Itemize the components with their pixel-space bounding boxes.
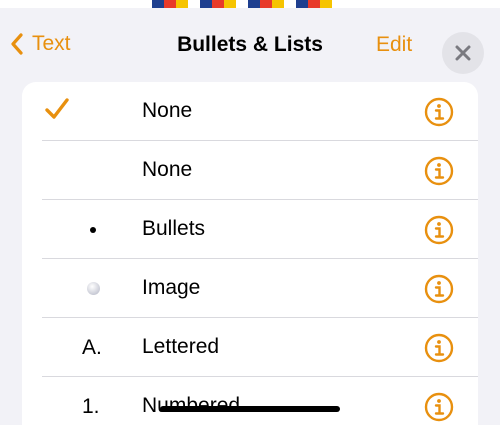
marker-text: A. bbox=[82, 335, 102, 359]
flag-icon bbox=[200, 0, 236, 8]
home-indicator[interactable] bbox=[160, 406, 340, 412]
image-bullet-marker bbox=[72, 259, 132, 318]
info-icon[interactable] bbox=[424, 156, 454, 186]
bullet-icon bbox=[90, 226, 96, 233]
bullet-marker bbox=[72, 200, 132, 259]
marker-text: 1. bbox=[82, 394, 100, 418]
close-button[interactable] bbox=[442, 32, 484, 74]
list-item-label: Bullets bbox=[142, 217, 206, 240]
list-item[interactable]: Bullets bbox=[22, 200, 478, 259]
list-item[interactable]: None bbox=[22, 141, 478, 200]
close-icon bbox=[455, 45, 471, 61]
info-icon[interactable] bbox=[424, 392, 454, 422]
image-bullet-icon bbox=[87, 282, 100, 295]
list-style-list: None None Bullets Image A. Lettered 1. bbox=[22, 82, 478, 425]
info-icon[interactable] bbox=[424, 274, 454, 304]
edit-button[interactable]: Edit bbox=[376, 33, 412, 57]
list-item[interactable]: Image bbox=[22, 259, 478, 318]
info-icon[interactable] bbox=[424, 215, 454, 245]
flag-icon bbox=[152, 0, 188, 8]
navigation-bar: Text Bullets & Lists Edit bbox=[0, 8, 500, 82]
list-item-label: None bbox=[142, 158, 193, 181]
info-icon[interactable] bbox=[424, 97, 454, 127]
checkmark-icon bbox=[45, 98, 69, 119]
list-item[interactable]: A. Lettered bbox=[22, 318, 478, 377]
list-item[interactable]: None bbox=[22, 82, 478, 141]
page-title: Bullets & Lists bbox=[177, 33, 323, 56]
info-icon[interactable] bbox=[424, 333, 454, 363]
list-item-label: Lettered bbox=[142, 335, 220, 358]
flag-icon bbox=[296, 0, 332, 8]
list-item-label: None bbox=[142, 99, 193, 122]
list-item[interactable]: 1. Numbered bbox=[22, 377, 478, 425]
flag-icon bbox=[248, 0, 284, 8]
list-item-label: Image bbox=[142, 276, 201, 299]
numbered-marker: 1. bbox=[72, 377, 132, 425]
status-strip bbox=[0, 0, 500, 8]
lettered-marker: A. bbox=[72, 318, 132, 377]
